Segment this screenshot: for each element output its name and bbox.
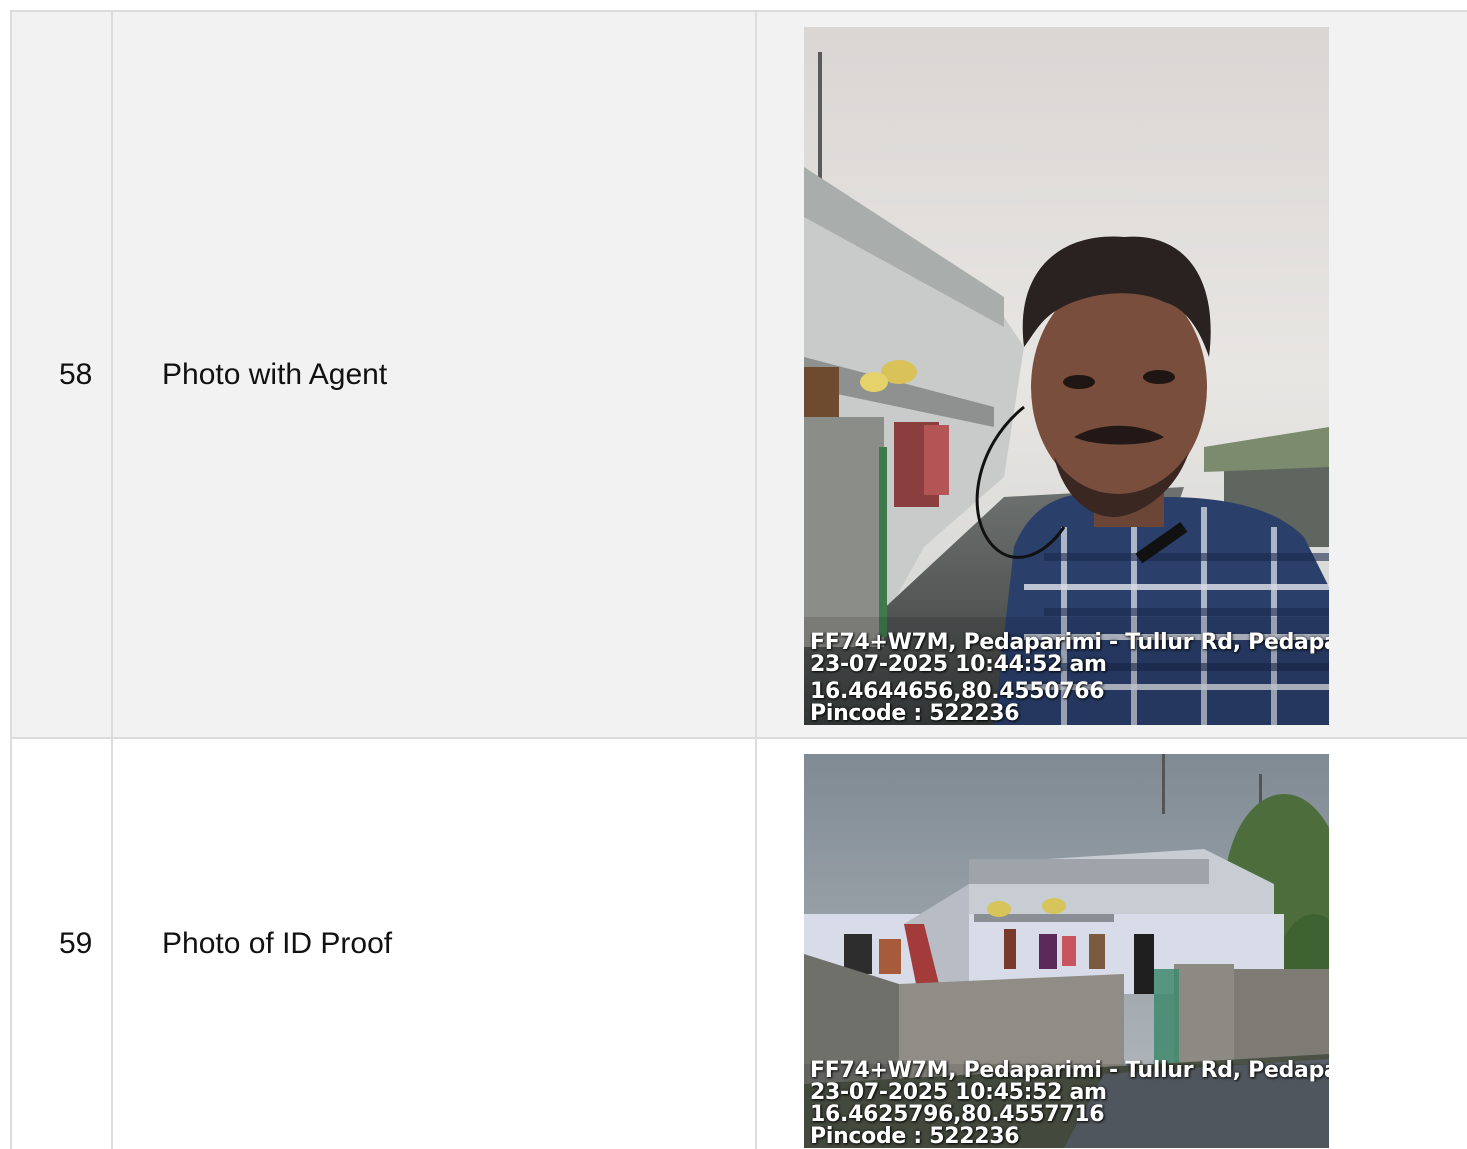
- id-proof-photo[interactable]: FF74+W7M, Pedaparimi - Tullur Rd, Pedapa…: [804, 754, 1329, 1148]
- row-label: Photo with Agent: [162, 357, 388, 391]
- geotag-address: FF74+W7M, Pedaparimi - Tullur Rd, Pedapa…: [810, 1060, 1329, 1082]
- row-number: 59: [59, 927, 93, 960]
- geotag-timestamp: 23-07-2025 10:45:52 am: [810, 1082, 1107, 1104]
- geotag-timestamp: 23-07-2025 10:44:52 am: [810, 654, 1107, 676]
- table-row: 58 Photo with Agent FF74+W7M, Pedaparimi…: [12, 12, 1467, 739]
- row-label: Photo of ID Proof: [162, 927, 393, 960]
- selfie-image: [804, 27, 1329, 725]
- geotag-address: FF74+W7M, Pedaparimi - Tullur Rd, Pedapa…: [810, 632, 1329, 654]
- geotag-overlay: FF74+W7M, Pedaparimi - Tullur Rd, Pedapa…: [810, 632, 1329, 725]
- row-number-cell: 59: [12, 739, 113, 1149]
- row-number: 58: [59, 357, 93, 391]
- photo-table: 58 Photo with Agent FF74+W7M, Pedaparimi…: [10, 10, 1467, 1149]
- row-photo-cell: FF74+W7M, Pedaparimi - Tullur Rd, Pedapa…: [757, 12, 1467, 737]
- row-label-cell: Photo with Agent: [113, 12, 757, 737]
- row-number-cell: 58: [12, 12, 113, 737]
- geotag-coordinates: 16.4644656,80.4550766: [810, 681, 1105, 703]
- geotag-pincode: Pincode : 522236: [810, 703, 1020, 725]
- row-photo-cell: FF74+W7M, Pedaparimi - Tullur Rd, Pedapa…: [757, 739, 1467, 1149]
- geotag-coordinates: 16.4625796,80.4557716: [810, 1104, 1105, 1126]
- geotag-pincode: Pincode : 522236: [810, 1126, 1020, 1148]
- table-row: 59 Photo of ID Proof FF74+W7M, Pedaparim…: [12, 739, 1467, 1149]
- geotag-overlay: FF74+W7M, Pedaparimi - Tullur Rd, Pedapa…: [810, 1060, 1329, 1148]
- row-label-cell: Photo of ID Proof: [113, 739, 757, 1149]
- agent-selfie-photo[interactable]: FF74+W7M, Pedaparimi - Tullur Rd, Pedapa…: [804, 27, 1329, 725]
